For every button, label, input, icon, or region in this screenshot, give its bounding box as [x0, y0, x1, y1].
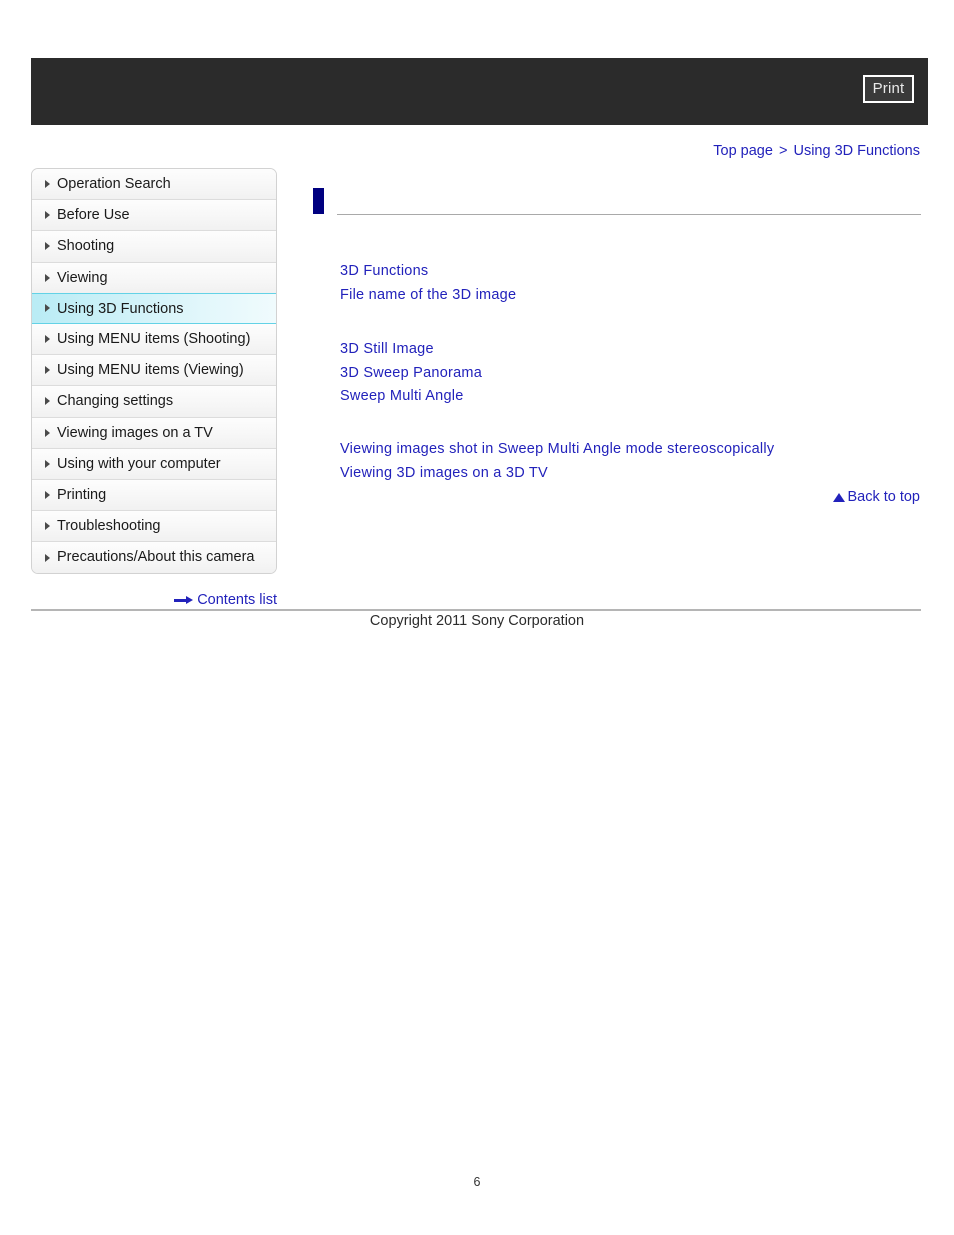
- link-file-name-of-the-3d-image[interactable]: File name of the 3D image: [340, 284, 516, 308]
- bullet-triangle-icon: [45, 397, 50, 406]
- link-viewing-images-shot-in-sweep-multi-angle-mode-stereoscopically[interactable]: Viewing images shot in Sweep Multi Angle…: [340, 438, 774, 462]
- sidebar-item-viewing[interactable]: Viewing: [32, 262, 276, 294]
- sidebar-item-label: Shooting: [57, 238, 115, 255]
- link-sweep-multi-angle[interactable]: Sweep Multi Angle: [340, 385, 482, 409]
- footer-divider: [31, 609, 921, 611]
- sidebar-item-using-menu-items-shooting[interactable]: Using MENU items (Shooting): [32, 323, 276, 356]
- bullet-triangle-icon: [45, 459, 50, 468]
- bullet-triangle-icon: [45, 428, 50, 437]
- link-group-shooting-modes: 3D Still Image 3D Sweep Panorama Sweep M…: [340, 338, 482, 409]
- link-group-overview: 3D Functions File name of the 3D image: [340, 260, 516, 307]
- arrow-right-icon: [174, 596, 194, 605]
- sidebar-item-changing-settings[interactable]: Changing settings: [32, 386, 276, 418]
- sidebar-item-label: Troubleshooting: [57, 518, 161, 535]
- copyright-notice: Copyright 2011 Sony Corporation: [369, 613, 585, 629]
- sidebar-item-printing[interactable]: Printing: [32, 479, 276, 512]
- sidebar-item-using-3d-functions[interactable]: Using 3D Functions: [32, 292, 276, 324]
- breadcrumb: Top page > Using 3D Functions: [713, 143, 920, 159]
- title-marker-bar: [313, 188, 324, 214]
- breadcrumb-separator: >: [778, 143, 788, 159]
- sidebar-item-viewing-images-on-a-tv[interactable]: Viewing images on a TV: [32, 417, 276, 449]
- link-3d-still-image[interactable]: 3D Still Image: [340, 338, 482, 362]
- bullet-triangle-icon: [45, 522, 50, 531]
- contents-list-link[interactable]: Contents list: [197, 592, 277, 608]
- bullet-triangle-icon: [45, 304, 50, 313]
- sidebar-item-shooting[interactable]: Shooting: [32, 231, 276, 263]
- sidebar-item-precautions-about-this-camera[interactable]: Precautions/About this camera: [32, 542, 276, 574]
- bullet-triangle-icon: [45, 490, 50, 499]
- back-to-top-link[interactable]: Back to top: [833, 489, 920, 505]
- sidebar-item-label: Using MENU items (Viewing): [57, 362, 244, 379]
- link-viewing-3d-images-on-a-3d-tv[interactable]: Viewing 3D images on a 3D TV: [340, 462, 774, 486]
- sidebar-item-label: Operation Search: [57, 176, 171, 192]
- sidebar-item-operation-search[interactable]: Operation Search: [32, 169, 276, 201]
- link-group-viewing: Viewing images shot in Sweep Multi Angle…: [340, 438, 774, 485]
- sidebar-item-label: Printing: [57, 486, 107, 503]
- page-number: 6: [473, 1175, 481, 1189]
- sidebar-item-label: Viewing images on a TV: [57, 424, 213, 441]
- sidebar-item-label: Using MENU items (Shooting): [57, 330, 251, 347]
- sidebar-item-label: Using 3D Functions: [57, 300, 184, 317]
- back-to-top-label: Back to top: [847, 489, 920, 505]
- sidebar-item-using-menu-items-viewing[interactable]: Using MENU items (Viewing): [32, 355, 276, 387]
- bullet-triangle-icon: [45, 366, 50, 375]
- sidebar-navigation: Operation Search Before Use Shooting Vie…: [31, 168, 277, 575]
- breadcrumb-top-page[interactable]: Top page: [713, 143, 773, 159]
- sidebar-item-label: Changing settings: [57, 393, 174, 410]
- triangle-up-icon: [833, 493, 846, 502]
- sidebar-item-label: Precautions/About this camera: [57, 549, 255, 566]
- bullet-triangle-icon: [45, 211, 50, 220]
- bullet-triangle-icon: [45, 242, 50, 251]
- bullet-triangle-icon: [45, 273, 50, 282]
- bullet-triangle-icon: [45, 335, 50, 344]
- link-3d-functions[interactable]: 3D Functions: [340, 260, 516, 284]
- bullet-triangle-icon: [45, 553, 50, 562]
- sidebar-item-using-with-your-computer[interactable]: Using with your computer: [32, 448, 276, 480]
- sidebar-item-label: Viewing: [57, 269, 108, 286]
- title-divider: [337, 214, 921, 215]
- sidebar-item-label: Using with your computer: [57, 455, 221, 472]
- breadcrumb-current[interactable]: Using 3D Functions: [793, 143, 920, 159]
- sidebar-item-troubleshooting[interactable]: Troubleshooting: [32, 511, 276, 543]
- bullet-triangle-icon: [45, 180, 50, 189]
- sidebar-item-label: Before Use: [57, 207, 130, 224]
- sidebar-item-before-use[interactable]: Before Use: [32, 200, 276, 232]
- print-button[interactable]: Print: [863, 75, 914, 103]
- link-3d-sweep-panorama[interactable]: 3D Sweep Panorama: [340, 362, 482, 386]
- header-banner: Print: [31, 58, 928, 125]
- contents-list-row: Contents list: [31, 592, 277, 608]
